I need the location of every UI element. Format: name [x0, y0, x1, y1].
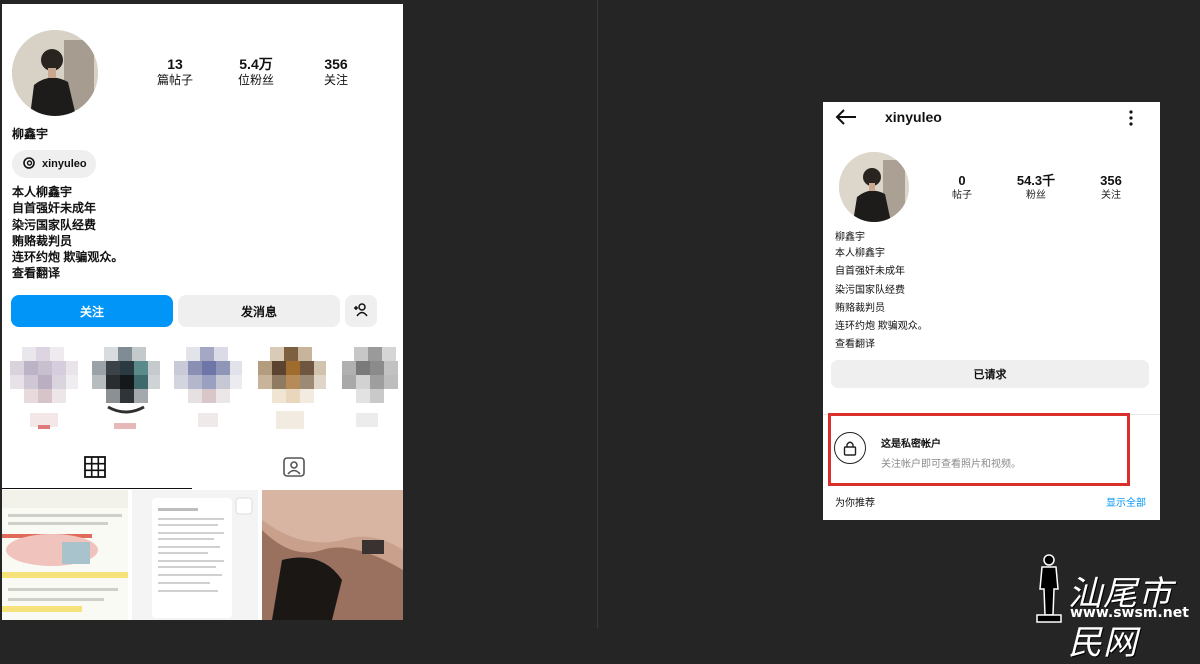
followers-label: 粉丝 [1026, 190, 1046, 201]
following-label: 关注 [1101, 190, 1121, 201]
threads-handle: xinyuleo [42, 158, 87, 170]
right-profile-screenshot: xinyuleo 0 帖子 54.3千 粉丝 356 关注 柳鑫宇 本人柳鑫宇 … [823, 102, 1160, 520]
stat-posts[interactable]: 0 帖子 [927, 173, 997, 203]
threads-badge[interactable]: xinyuleo [12, 150, 96, 178]
stat-following[interactable]: 356 关注 [296, 56, 376, 88]
post-thumbnail[interactable] [132, 490, 258, 620]
profile-bio: 本人柳鑫宇 自首强奸未成年 染污国家队经费 贿赂裁判员 连环约炮 欺骗观众。 查… [12, 184, 123, 282]
bio-line: 自首强奸未成年 [835, 266, 905, 278]
follow-button[interactable]: 关注 [11, 295, 173, 327]
lock-icon [834, 432, 866, 464]
message-button[interactable]: 发消息 [178, 295, 340, 327]
bio-line: 自首强奸未成年 [12, 201, 97, 216]
private-account-highlight [828, 413, 1130, 486]
followers-label: 位粉丝 [237, 73, 274, 87]
watermark-url: www.swsm.net [1070, 605, 1189, 621]
tagged-tab[interactable] [283, 456, 305, 483]
statue-logo [1034, 553, 1064, 628]
profile-name: 柳鑫宇 [835, 232, 865, 243]
stat-followers[interactable]: 5.4万 位粉丝 [216, 56, 296, 88]
grid-tab[interactable] [84, 456, 106, 483]
grid-icon [84, 456, 106, 482]
profile-avatar[interactable] [839, 152, 909, 222]
active-tab-indicator [2, 488, 192, 489]
bio-line: 连环约炮 欺骗观众。 [12, 250, 124, 265]
see-translation-link[interactable]: 查看翻译 [12, 265, 123, 281]
private-account-subtitle: 关注帐户即可查看照片和视频。 [881, 459, 1021, 470]
following-label: 关注 [323, 73, 348, 87]
recommended-label: 为你推荐 [835, 498, 875, 509]
add-person-button[interactable] [345, 295, 377, 327]
story-highlight[interactable] [342, 347, 403, 431]
profile-name: 柳鑫宇 [12, 127, 49, 141]
stat-posts[interactable]: 13 篇帖子 [135, 56, 215, 88]
username-title: xinyuleo [885, 109, 942, 125]
bio-line: 染污国家队经费 [12, 217, 97, 232]
requested-button[interactable]: 已请求 [831, 360, 1149, 388]
story-highlight[interactable] [10, 347, 78, 431]
profile-avatar[interactable] [12, 30, 98, 116]
back-button[interactable] [835, 108, 857, 131]
bio-line: 本人柳鑫宇 [12, 185, 73, 199]
following-count: 356 [1100, 173, 1122, 188]
post-thumbnail[interactable] [262, 490, 403, 620]
posts-label: 帖子 [952, 190, 972, 201]
story-highlight[interactable] [258, 347, 326, 431]
back-arrow-icon [835, 109, 857, 130]
stat-following[interactable]: 356 关注 [1076, 173, 1146, 203]
screen-divider [597, 0, 598, 628]
more-vertical-icon [1127, 110, 1135, 131]
bio-line: 本人柳鑫宇 [835, 248, 885, 259]
followers-count: 54.3千 [1016, 173, 1056, 188]
private-account-title: 这是私密帐户 [881, 439, 941, 450]
bio-line: 贿赂裁判员 [12, 233, 73, 248]
tagged-person-icon [283, 457, 305, 482]
posts-count: 13 [167, 56, 183, 72]
posts-label: 篇帖子 [156, 73, 193, 87]
add-person-icon [353, 302, 369, 320]
see-translation-link[interactable]: 查看翻译 [835, 336, 928, 354]
story-highlight[interactable] [92, 347, 160, 431]
bio-line: 染污国家队经费 [835, 284, 905, 296]
followers-count: 5.4万 [239, 56, 273, 72]
threads-icon [22, 156, 36, 173]
stat-followers[interactable]: 54.3千 粉丝 [1001, 173, 1071, 203]
post-thumbnail[interactable] [2, 490, 128, 620]
left-profile-screenshot: 13 篇帖子 5.4万 位粉丝 356 关注 柳鑫宇 xinyuleo 本人柳鑫… [2, 4, 403, 620]
more-options-button[interactable] [1127, 109, 1135, 132]
profile-bio: 本人柳鑫宇 自首强奸未成年 染污国家队经费 贿赂裁判员 连环约炮 欺骗观众。 查… [835, 245, 928, 355]
following-count: 356 [324, 56, 348, 72]
bio-line: 连环约炮 欺骗观众。 [835, 321, 928, 333]
story-highlight[interactable] [174, 347, 242, 431]
show-all-link[interactable]: 显示全部 [1106, 494, 1146, 509]
posts-count: 0 [958, 173, 966, 188]
bio-line: 贿赂裁判员 [835, 302, 885, 314]
